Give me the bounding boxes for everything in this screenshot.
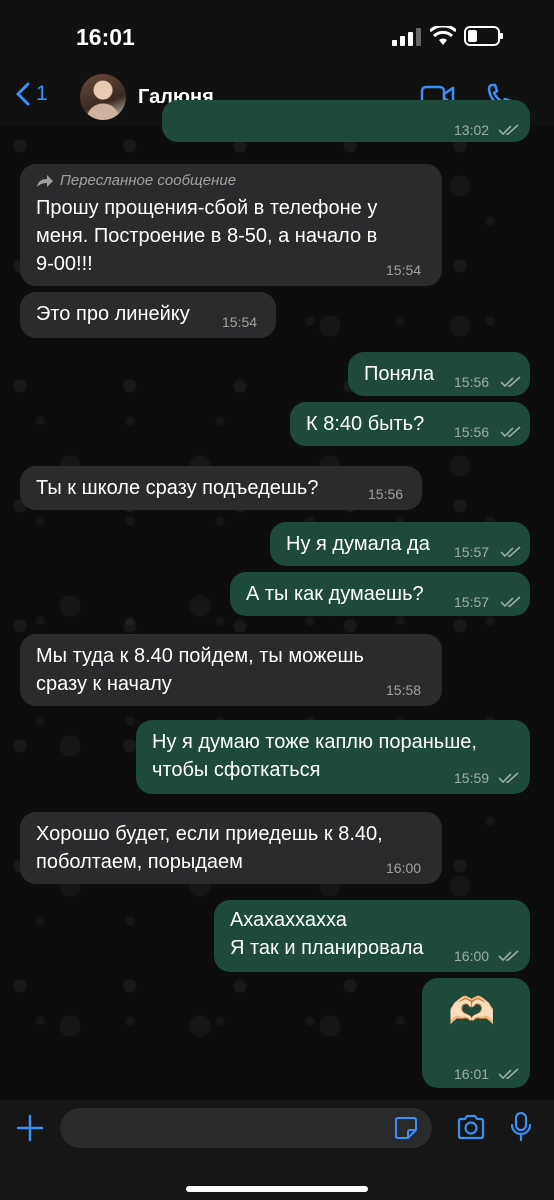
home-indicator [186, 1186, 368, 1192]
message-time: 15:56 [454, 374, 490, 390]
message-outgoing[interactable]: Ахахаххахха Я так и планировала 16:00 [214, 900, 530, 972]
message-time: 16:00 [454, 948, 490, 964]
battery-icon [464, 26, 503, 46]
message-incoming[interactable]: Ты к школе сразу подъедешь? 15:56 [20, 466, 422, 510]
double-check-icon [498, 772, 519, 784]
message-time: 15:59 [454, 770, 490, 786]
double-check-icon [498, 1068, 519, 1080]
message-text: А ты как думаешь? [246, 583, 424, 605]
status-bar: 16:01 [0, 0, 554, 70]
message-outgoing[interactable]: 🫶🏻 16:01 [422, 978, 530, 1088]
message-text: Хорошо будет, если приедешь к 8.40, побо… [36, 823, 383, 873]
double-check-icon [500, 376, 521, 388]
message-time: 15:56 [454, 424, 490, 440]
message-outgoing[interactable]: Поняла 15:56 [348, 352, 530, 396]
message-input[interactable] [60, 1108, 432, 1148]
message-outgoing[interactable]: 13:02 [162, 100, 530, 142]
plus-icon[interactable] [16, 1114, 44, 1142]
message-text: Ахахаххахха Я так и планировала [230, 909, 424, 959]
message-incoming[interactable]: Мы туда к 8.40 пойдем, ты можешь сразу к… [20, 634, 442, 706]
message-outgoing[interactable]: Ну я думала да 15:57 [270, 522, 530, 566]
message-text: Это про линейку [36, 303, 190, 325]
message-outgoing[interactable]: К 8:40 быть? 15:56 [290, 402, 530, 446]
message-time: 15:57 [454, 544, 490, 560]
message-text: Ну я думала да [286, 533, 430, 555]
message-time: 16:01 [454, 1066, 490, 1082]
message-time: 13:02 [454, 122, 490, 138]
avatar[interactable] [80, 74, 126, 120]
message-text: К 8:40 быть? [306, 413, 425, 435]
message-text: Мы туда к 8.40 пойдем, ты можешь сразу к… [36, 645, 364, 695]
camera-icon[interactable] [456, 1114, 486, 1140]
double-check-icon [500, 426, 521, 438]
status-time: 16:01 [76, 24, 135, 50]
message-outgoing[interactable]: Ну я думаю тоже каплю пораньше, чтобы сф… [136, 720, 530, 794]
chevron-left-icon [16, 82, 30, 106]
double-check-icon [500, 596, 521, 608]
message-incoming[interactable]: Хорошо будет, если приедешь к 8.40, побо… [20, 812, 442, 884]
mic-icon[interactable] [510, 1112, 532, 1142]
signal-icon [392, 28, 421, 46]
message-text: Прошу прощения-сбой в телефоне у меня. П… [36, 197, 378, 275]
forward-icon [37, 174, 53, 187]
message-time: 15:54 [222, 314, 258, 330]
forwarded-text: Пересланное сообщение [60, 172, 237, 189]
message-text: Ну я думаю тоже каплю пораньше, чтобы сф… [152, 731, 477, 781]
double-check-icon [500, 546, 521, 558]
message-outgoing[interactable]: А ты как думаешь? 15:57 [230, 572, 530, 616]
back-button[interactable]: 1 [16, 82, 48, 106]
double-check-icon [498, 950, 519, 962]
message-time: 15:54 [386, 262, 422, 278]
double-check-icon [498, 124, 519, 136]
message-time: 15:58 [386, 682, 422, 698]
message-incoming[interactable]: Это про линейку 15:54 [20, 292, 276, 338]
message-input-bar [0, 1100, 554, 1200]
heart-hands-emoji: 🫶🏻 [448, 991, 496, 1033]
forwarded-label: Пересланное сообщение [36, 172, 236, 189]
message-text: Поняла [364, 363, 435, 385]
message-time: 16:00 [386, 860, 422, 876]
sticker-icon[interactable] [394, 1116, 418, 1140]
wifi-icon [430, 26, 456, 45]
message-time: 15:56 [368, 486, 404, 502]
message-text: Ты к школе сразу подъедешь? [36, 477, 319, 499]
message-time: 15:57 [454, 594, 490, 610]
unread-count: 1 [36, 82, 48, 105]
message-incoming[interactable]: Пересланное сообщение Прошу прощения-сбо… [20, 164, 442, 286]
